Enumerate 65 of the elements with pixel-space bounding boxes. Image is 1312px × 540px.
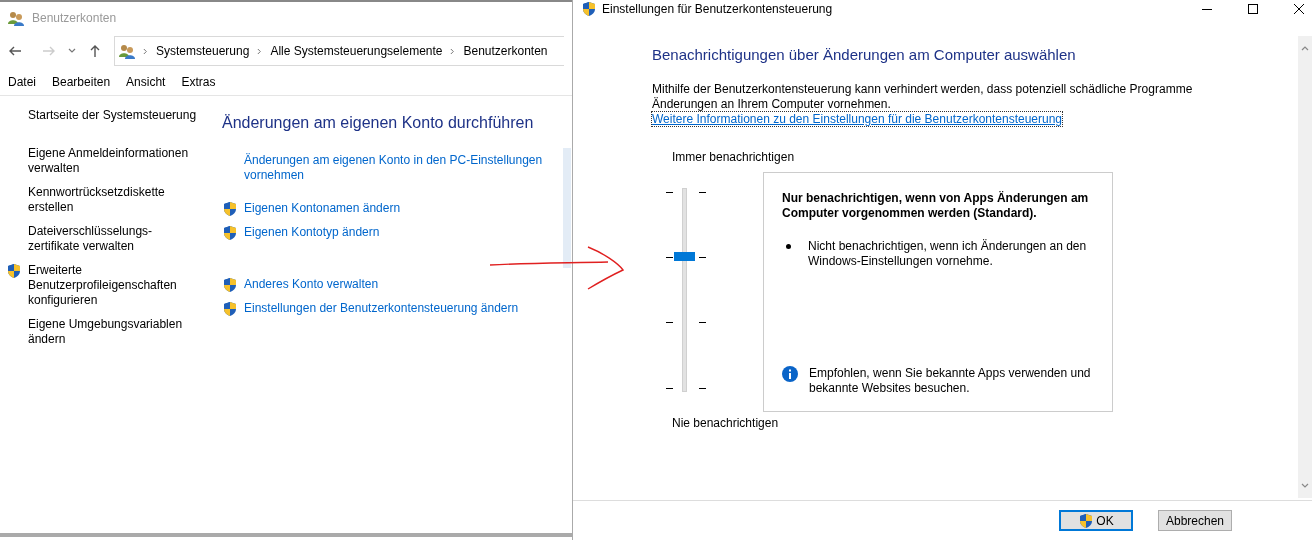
chevron-down-icon[interactable] <box>1301 483 1309 488</box>
sidebar-link[interactable]: Kennwortrücksetzdiskette erstellen <box>6 185 198 215</box>
section-heading: Änderungen am eigenen Konto durchführen <box>222 113 535 133</box>
menu-item[interactable]: Ansicht <box>126 72 166 91</box>
chevron-up-icon[interactable] <box>1301 46 1309 51</box>
menu-item[interactable]: Extras <box>181 72 216 91</box>
chevron-right-icon <box>450 47 456 55</box>
sidebar-link[interactable]: Erweiterte Benutzerprofileigenschaften konfigurieren <box>6 263 198 308</box>
slider-thumb[interactable] <box>674 252 695 262</box>
tick-mark <box>699 387 706 389</box>
chevron-right-icon <box>257 47 263 55</box>
dialog-button[interactable]: OK <box>1059 510 1133 531</box>
task-link[interactable]: Einstellungen der Benutzerkontensteuerung ändern <box>222 301 554 317</box>
task-link[interactable]: Anderes Konto verwalten <box>222 277 554 293</box>
tick-mark <box>666 387 673 389</box>
menu-item[interactable]: Datei <box>8 72 36 91</box>
scrollbar[interactable] <box>1298 36 1312 498</box>
bullet-text: Nicht benachrichtigen, wenn ich Änderungen an den Windows-Einstellungen vornehme. <box>808 238 1088 269</box>
menu-item[interactable]: Bearbeiten <box>52 72 111 91</box>
dialog-button[interactable]: Abbrechen <box>1158 510 1232 531</box>
address-bar[interactable]: Systemsteuerung Alle Systemsteuerungselemente Benutzerkonten <box>114 36 564 66</box>
dialog-title: Einstellungen für Benutzerkontensteuerung <box>602 1 834 18</box>
breadcrumb-item[interactable]: Systemsteuerung <box>156 42 250 60</box>
shield-icon <box>222 301 238 317</box>
back-arrow-icon[interactable] <box>8 44 22 58</box>
info-link[interactable]: Weitere Informationen zu den Einstellungen für die Benutzerkontensteuerung <box>652 111 1063 126</box>
shield-icon <box>6 263 22 279</box>
minimize-icon[interactable] <box>1202 8 1212 10</box>
task-link[interactable]: Änderungen am eigenen Konto in den PC-Einstellungen vornehmen <box>222 153 554 183</box>
shield-icon <box>1078 512 1095 529</box>
users-icon <box>8 10 24 26</box>
shield-icon <box>222 225 238 241</box>
tick-mark <box>699 256 706 258</box>
tick-mark <box>699 191 706 193</box>
tick-mark <box>699 322 706 324</box>
bullet-icon <box>786 243 791 249</box>
sidebar-link[interactable]: Startseite der Systemsteuerung <box>6 108 198 124</box>
sidebar-link[interactable]: Eigene Umgebungsvariablen ändern <box>6 317 198 347</box>
info-icon <box>782 365 798 382</box>
maximize-icon[interactable] <box>1248 4 1258 14</box>
tick-mark <box>666 256 673 258</box>
shield-icon <box>222 201 238 217</box>
shield-icon <box>222 277 238 293</box>
task-link[interactable]: Eigenen Kontonamen ändern <box>222 201 554 217</box>
up-arrow-icon[interactable] <box>88 44 102 58</box>
scrollbar-thumb[interactable] <box>563 148 571 268</box>
close-icon[interactable] <box>1294 4 1304 14</box>
slider-bottom-label: Nie benachrichtigen <box>672 414 780 432</box>
slider-top-label: Immer benachrichtigen <box>672 148 796 166</box>
tick-mark <box>666 191 673 193</box>
chevron-right-icon <box>143 47 148 55</box>
window-title: Benutzerkonten <box>32 10 117 27</box>
sidebar-link[interactable]: Eigene Anmeldeinformationen verwalten <box>6 146 198 176</box>
shield-icon <box>581 1 597 17</box>
chevron-down-icon[interactable] <box>68 47 76 55</box>
description-text: Mithilfe der Benutzerkontensteuerung kann verhindert werden, dass potenziell schädliche Programme Änderungen an Ihrem Computer vornehmen. <box>652 81 1194 112</box>
dialog-heading: Benachrichtigungen über Änderungen am Computer auswählen <box>652 45 1077 65</box>
sidebar-link[interactable]: Dateiverschlüsselungs-zertifikate verwalten <box>6 224 198 254</box>
tick-mark <box>666 322 673 324</box>
breadcrumb-item[interactable]: Alle Systemsteuerungselemente <box>270 42 443 60</box>
recommendation-text: Empfohlen, wenn Sie bekannte Apps verwenden und bekannte Websites besuchen. <box>809 365 1092 396</box>
users-icon <box>119 43 135 59</box>
breadcrumb-item[interactable]: Benutzerkonten <box>463 42 548 60</box>
task-link[interactable]: Eigenen Kontotyp ändern <box>222 225 554 241</box>
setting-title: Nur benachrichtigen, wenn von Apps Änderungen am Computer vorgenommen werden (Standard). <box>782 190 1090 221</box>
